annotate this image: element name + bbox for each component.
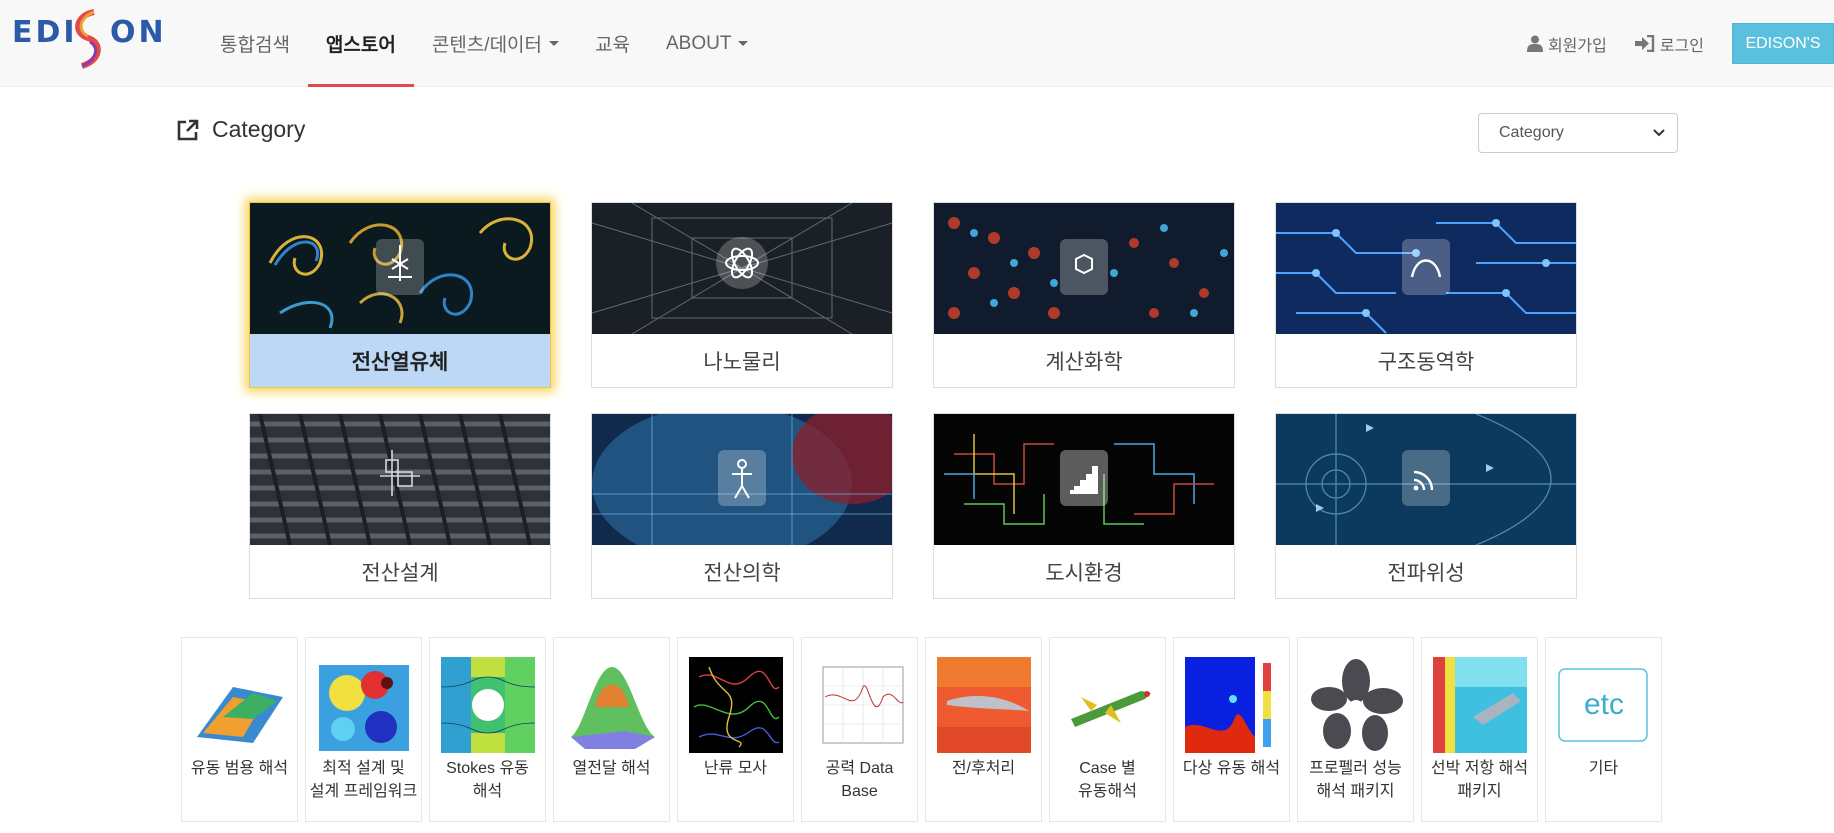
app-thumbnail [317, 657, 411, 753]
app-label: 프로펠러 성능 해석 패키지 [1309, 760, 1402, 800]
category-card-computational-chemistry[interactable]: 계산화학 [933, 202, 1235, 388]
login-label: 로그인 [1659, 37, 1704, 55]
app-thumbnail [1061, 657, 1155, 753]
category-card-structural-dynamics[interactable]: 구조동역학 [1275, 202, 1577, 388]
app-tile-case-flow[interactable]: Case 별 유동해석 [1049, 637, 1166, 822]
app-label: 최적 설계 및 설계 프레임워크 [309, 760, 418, 800]
app-tile-pre-post-processing[interactable]: 전/후처리 [925, 637, 1042, 822]
main-nav: 통합검색 앱스토어 콘텐츠/데이터 교육 ABOUT [202, 0, 766, 87]
user-icon [1526, 35, 1543, 52]
app-thumbnail [689, 657, 783, 753]
nav-label: ABOUT [665, 32, 732, 54]
category-card-nano-physics[interactable]: 나노물리 [591, 202, 893, 388]
app-tile-heat-transfer[interactable]: 열전달 해석 [553, 637, 670, 822]
app-thumbnail [1309, 657, 1403, 753]
card-image [934, 414, 1234, 545]
nav-contents-data[interactable]: 콘텐츠/데이터 [414, 0, 577, 87]
card-label: 전산설계 [361, 561, 439, 585]
card-image [592, 203, 892, 334]
app-tile-turbulence[interactable]: 난류 모사 [677, 637, 794, 822]
card-label: 전산열유체 [250, 334, 550, 387]
app-label: 난류 모사 [703, 760, 768, 777]
app-label: 다상 유동 해석 [1182, 760, 1281, 777]
app-thumbnail [1185, 657, 1279, 753]
card-image [592, 414, 892, 545]
app-thumbnail [813, 657, 907, 753]
nav-label: 앱스토어 [325, 35, 396, 56]
card-image [934, 203, 1234, 334]
nav-education[interactable]: 교육 [577, 0, 648, 87]
signup-label: 회원가입 [1547, 37, 1607, 55]
app-tile-multiphase-flow[interactable]: 다상 유동 해석 [1173, 637, 1290, 822]
card-image [1276, 414, 1576, 545]
category-title: Category [212, 116, 306, 142]
external-link-icon [177, 119, 199, 140]
category-card-radio-satellite[interactable]: 전파위성 [1275, 413, 1577, 599]
signup-link[interactable]: 회원가입 [1526, 32, 1607, 56]
header-actions: 회원가입 로그인 EDISON'S [1526, 0, 1834, 87]
app-label: 선박 저항 해석 패키지 [1430, 760, 1529, 800]
card-label: 전산의학 [703, 561, 781, 585]
app-thumbnail [441, 657, 535, 753]
nav-appstore[interactable]: 앱스토어 [307, 0, 414, 87]
app-label: 열전달 해석 [572, 760, 651, 777]
app-thumbnail [193, 657, 287, 753]
card-label: 도시환경 [1045, 561, 1123, 585]
logo-mark: EDI ON [12, 9, 167, 69]
category-card-computational-medicine[interactable]: 전산의학 [591, 413, 893, 599]
nav-label: 콘텐츠/데이터 [431, 35, 543, 56]
app-tile-ship-resistance[interactable]: 선박 저항 해석 패키지 [1421, 637, 1538, 822]
card-label: 전파위성 [1387, 561, 1465, 585]
app-thumbnail [1433, 657, 1527, 753]
svg-text:ON: ON [110, 15, 167, 50]
nav-about[interactable]: ABOUT [648, 0, 766, 87]
app-tile-general-flow[interactable]: 유동 범용 해석 [181, 637, 298, 822]
app-label: 유동 범용 해석 [190, 760, 289, 777]
app-thumbnail [937, 657, 1031, 753]
chevron-down-icon [1653, 129, 1665, 137]
app-tile-etc[interactable]: etc 기타 [1545, 637, 1662, 822]
category-card-urban-environment[interactable]: 도시환경 [933, 413, 1235, 599]
app-label: 기타 [1588, 760, 1619, 777]
app-label: Case 별 유동해석 [1078, 760, 1137, 800]
login-link[interactable]: 로그인 [1634, 32, 1704, 56]
category-card-cfd[interactable]: 전산열유체 [249, 202, 551, 388]
nav-integrated-search[interactable]: 통합검색 [202, 0, 308, 87]
app-tile-stokes-flow[interactable]: Stokes 유동 해석 [429, 637, 546, 822]
nav-label: 교육 [595, 35, 630, 56]
app-tile-optimal-design[interactable]: 최적 설계 및 설계 프레임워크 [305, 637, 422, 822]
caret-down-icon [549, 41, 560, 46]
app-label: 전/후처리 [951, 760, 1016, 777]
top-navbar: EDI ON 통합검색 앱스토어 콘텐츠/데이터 교육 ABOUT 회원가입 로… [0, 0, 1834, 87]
etc-icon-text: etc [1583, 688, 1625, 721]
svg-text:EDI: EDI [12, 15, 78, 50]
card-image [1276, 203, 1576, 334]
app-tile-aero-database[interactable]: 공력 Data Base [801, 637, 918, 822]
caret-down-icon [738, 41, 749, 46]
category-heading: Category [176, 116, 305, 143]
sign-in-icon [1634, 35, 1655, 52]
edisons-button[interactable]: EDISON'S [1732, 23, 1834, 64]
app-label: 공력 Data Base [825, 760, 894, 800]
card-label: 계산화학 [1045, 350, 1123, 374]
app-tile-propeller-performance[interactable]: 프로펠러 성능 해석 패키지 [1297, 637, 1414, 822]
nav-label: 통합검색 [220, 35, 290, 56]
app-label: Stokes 유동 해석 [446, 760, 529, 800]
card-image [250, 203, 550, 334]
category-card-computational-design[interactable]: 전산설계 [249, 413, 551, 599]
card-image [250, 414, 550, 545]
edison-logo[interactable]: EDI ON [12, 8, 172, 70]
category-select[interactable]: Category [1478, 113, 1678, 153]
app-thumbnail [565, 657, 659, 753]
card-label: 구조동역학 [1377, 350, 1475, 374]
category-select-value: Category [1499, 124, 1564, 141]
card-label: 나노물리 [703, 350, 781, 374]
